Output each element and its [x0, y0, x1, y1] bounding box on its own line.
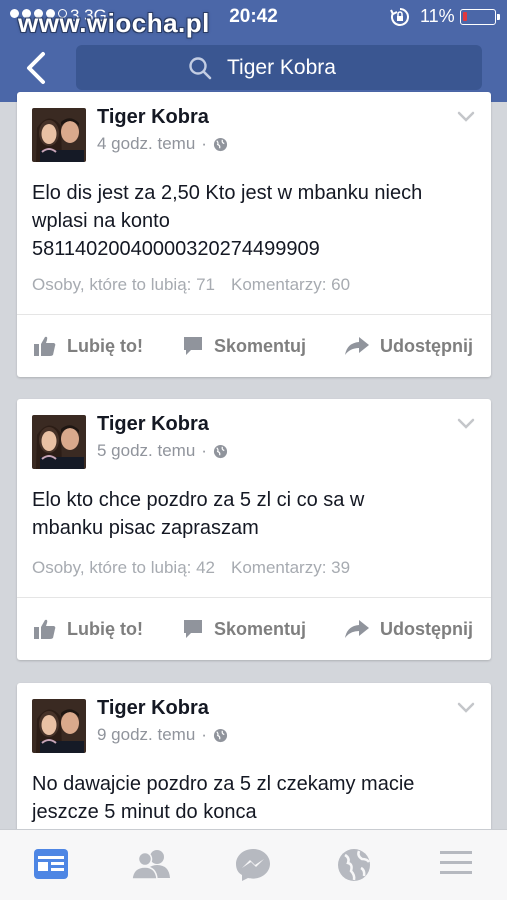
post-options-button[interactable]: [457, 417, 475, 435]
comment-count[interactable]: Komentarzy: 60: [231, 275, 350, 294]
menu-icon: [440, 851, 472, 874]
rotation-lock-icon: [390, 7, 410, 32]
avatar[interactable]: [32, 415, 86, 469]
like-count[interactable]: Osoby, które to lubią: 42: [32, 558, 215, 577]
post-time[interactable]: 9 godz. temu: [97, 725, 195, 745]
thumbs-up-icon: [34, 619, 56, 639]
tab-bar: [0, 829, 507, 900]
post-meta: 4 godz. temu ·: [97, 134, 228, 154]
status-bar: 3 3G www.wiocha.pl 20:42 11%: [0, 0, 507, 38]
separator-dot: ·: [201, 441, 207, 460]
tab-menu[interactable]: [439, 848, 479, 884]
action-bar: Lubię to! Skomentuj Udostępnij: [17, 315, 491, 377]
post-meta: 5 godz. temu ·: [97, 441, 228, 461]
search-query: Tiger Kobra: [227, 56, 336, 79]
comment-count[interactable]: Komentarzy: 39: [231, 558, 350, 577]
post-text-line: mbanku pisac zapraszam: [32, 517, 259, 539]
battery-percent: 11%: [420, 6, 455, 26]
globe-icon: [213, 137, 228, 151]
post-stats: Osoby, które to lubią: 42 Komentarzy: 39: [32, 558, 350, 578]
post-text-line: Elo kto chce pozdro za 5 zl ci co sa w: [32, 489, 365, 511]
back-button[interactable]: [22, 50, 50, 86]
like-label: Lubię to!: [67, 618, 143, 639]
post-author[interactable]: Tiger Kobra: [97, 413, 209, 436]
comment-button[interactable]: Skomentuj: [182, 315, 306, 377]
post-author[interactable]: Tiger Kobra: [97, 106, 209, 129]
chevron-down-icon: [457, 702, 475, 713]
post-time[interactable]: 4 godz. temu: [97, 134, 195, 154]
post-text-line: No dawajcie pozdro za 5 zl czekamy macie: [32, 773, 415, 795]
friends-icon: [131, 850, 170, 880]
comment-label: Skomentuj: [214, 618, 307, 639]
comment-button[interactable]: Skomentuj: [182, 598, 306, 660]
tab-friends[interactable]: [131, 848, 171, 884]
post-card: Tiger Kobra 9 godz. temu · No dawajcie p…: [17, 683, 491, 843]
share-button[interactable]: Udostępnij: [344, 598, 473, 660]
share-icon: [345, 337, 369, 355]
chevron-down-icon: [457, 111, 475, 122]
like-count[interactable]: Osoby, które to lubią: 71: [32, 275, 215, 294]
tab-news-feed[interactable]: [33, 848, 73, 884]
post-text: Elo kto chce pozdro za 5 zl ci co sa w m…: [32, 486, 482, 542]
like-button[interactable]: Lubię to!: [33, 598, 143, 660]
globe-icon: [213, 444, 228, 458]
post-stats: Osoby, które to lubią: 71 Komentarzy: 60: [32, 275, 350, 295]
separator-dot: ·: [201, 134, 207, 153]
share-label: Udostępnij: [380, 335, 473, 356]
post-card: Tiger Kobra 5 godz. temu · Elo kto chce …: [17, 399, 491, 660]
post-text-line: Elo dis jest za 2,50 Kto jest w mbanku n…: [32, 182, 423, 204]
chevron-down-icon: [457, 418, 475, 429]
separator-dot: ·: [201, 725, 207, 744]
share-label: Udostępnij: [380, 618, 473, 639]
like-button[interactable]: Lubię to!: [33, 315, 143, 377]
comment-icon: [184, 620, 202, 638]
like-label: Lubię to!: [67, 335, 143, 356]
post-meta: 9 godz. temu ·: [97, 725, 228, 745]
tab-messenger[interactable]: [235, 848, 275, 884]
post-options-button[interactable]: [457, 701, 475, 719]
avatar[interactable]: [32, 108, 86, 162]
top-bar: 3 3G www.wiocha.pl 20:42 11% Tiger Kobra: [0, 0, 507, 102]
post-options-button[interactable]: [457, 110, 475, 128]
post-text-line: jeszcze 5 minut do konca: [32, 801, 257, 823]
post-time[interactable]: 5 godz. temu: [97, 441, 195, 461]
avatar[interactable]: [32, 699, 86, 753]
share-button[interactable]: Udostępnij: [344, 315, 473, 377]
globe-icon: [213, 728, 228, 742]
chevron-left-icon: [27, 52, 45, 84]
post-author[interactable]: Tiger Kobra: [97, 697, 209, 720]
share-icon: [345, 620, 369, 638]
post-text-line: wplasi na konto: [32, 210, 170, 232]
post-text-line: 58114020040000320274499909: [32, 238, 320, 260]
globe-icon: [338, 849, 371, 881]
search-icon: [188, 56, 212, 85]
tab-notifications[interactable]: [337, 848, 377, 884]
post-card: Tiger Kobra 4 godz. temu · Elo dis jest …: [17, 92, 491, 377]
post-text: Elo dis jest za 2,50 Kto jest w mbanku n…: [32, 179, 482, 263]
post-text: No dawajcie pozdro za 5 zl czekamy macie…: [32, 770, 482, 826]
thumbs-up-icon: [34, 336, 56, 356]
news-feed-icon: [34, 849, 68, 879]
search-bar[interactable]: Tiger Kobra: [76, 45, 482, 90]
battery-icon: [460, 9, 500, 25]
messenger-icon: [236, 849, 270, 881]
action-bar: Lubię to! Skomentuj Udostępnij: [17, 598, 491, 660]
comment-icon: [184, 337, 202, 355]
comment-label: Skomentuj: [214, 335, 307, 356]
